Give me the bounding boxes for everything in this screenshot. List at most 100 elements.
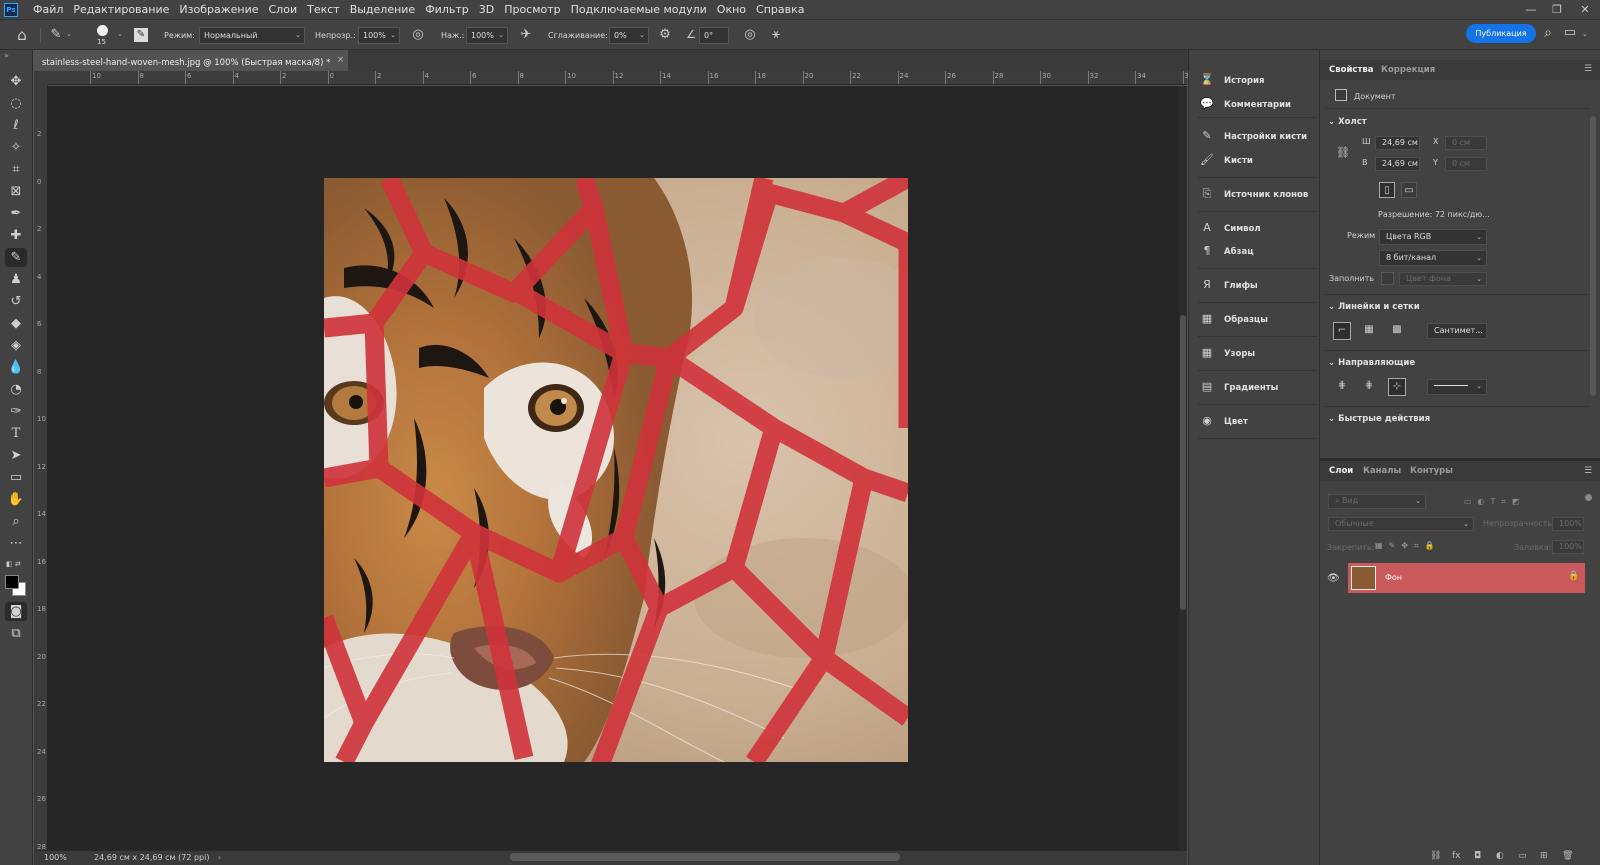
- panel-menu-icon[interactable]: ☰: [1584, 64, 1592, 74]
- dodge-tool-icon[interactable]: ◔: [5, 380, 27, 399]
- type-tool-icon[interactable]: T: [5, 424, 27, 443]
- pixel-grid-toggle-icon[interactable]: ▩: [1388, 322, 1406, 340]
- horizontal-ruler[interactable]: 108642024681012141618202224262830323436: [48, 71, 1193, 85]
- blur-tool-icon[interactable]: 💧: [5, 358, 27, 377]
- quick-mask-icon[interactable]: ◙: [5, 602, 27, 621]
- canvas-y-field[interactable]: 0 см: [1445, 157, 1487, 171]
- tab-adjustments[interactable]: Коррекция: [1381, 60, 1435, 80]
- pressure-opacity-icon[interactable]: ◎: [410, 28, 426, 44]
- fx-icon[interactable]: fx: [1452, 851, 1461, 861]
- units-select[interactable]: Сантимет... ⌄: [1427, 323, 1487, 339]
- guide-style-select[interactable]: ⌄: [1427, 379, 1487, 395]
- layer-blend-mode-select[interactable]: Обычные ⌄: [1328, 517, 1474, 531]
- default-colors-icon[interactable]: ◧ ⇄: [6, 560, 21, 568]
- opacity-field[interactable]: 100% ⌄: [358, 27, 400, 44]
- folder-icon[interactable]: ▭: [1518, 851, 1527, 861]
- lasso-tool-icon[interactable]: ℓ: [5, 116, 27, 135]
- healing-brush-tool-icon[interactable]: ✚: [5, 226, 27, 245]
- menu-item[interactable]: Текст: [302, 0, 345, 20]
- panel-item-gradients[interactable]: ▤ Градиенты: [1198, 379, 1318, 395]
- layer-opacity-field[interactable]: 100%: [1552, 517, 1584, 531]
- panel-item-character[interactable]: A Символ: [1198, 220, 1318, 236]
- menu-item[interactable]: Файл: [28, 0, 68, 20]
- panel-item-paragraph[interactable]: ¶ Абзац: [1198, 243, 1318, 259]
- status-menu-arrow-icon[interactable]: ›: [218, 851, 221, 865]
- panel-item-comments[interactable]: 💬 Комментарии: [1198, 96, 1318, 112]
- document-tab[interactable]: stainless-steel-hand-woven-mesh.jpg @ 10…: [34, 50, 349, 71]
- quick-actions-section-header[interactable]: ⌄ Быстрые действия: [1328, 413, 1430, 425]
- rectangle-tool-icon[interactable]: ▭: [5, 468, 27, 487]
- guides-lock-icon[interactable]: ⋕: [1360, 378, 1378, 396]
- filter-toggle-icon[interactable]: [1585, 494, 1592, 501]
- symmetry-icon[interactable]: ⚹: [768, 28, 784, 44]
- screen-mode-icon[interactable]: ⧉: [5, 624, 27, 643]
- crop-tool-icon[interactable]: ⌗: [5, 160, 27, 179]
- bit-depth-select[interactable]: 8 бит/канал ⌄: [1379, 250, 1487, 266]
- search-icon[interactable]: ⌕: [1540, 26, 1556, 42]
- fill-select[interactable]: Цвет фона ⌄: [1399, 272, 1487, 286]
- menu-item[interactable]: 3D: [474, 0, 499, 20]
- canvas-section-header[interactable]: ⌄ Холст: [1328, 116, 1367, 128]
- panel-item-swatches[interactable]: ▦ Образцы: [1198, 311, 1318, 327]
- portrait-orientation-icon[interactable]: ▯: [1379, 182, 1395, 198]
- tab-channels[interactable]: Каналы: [1363, 461, 1401, 481]
- restore-button[interactable]: ❐: [1546, 2, 1568, 18]
- document-image[interactable]: [324, 178, 908, 762]
- workspace-icon[interactable]: ▭: [1562, 26, 1578, 42]
- landscape-orientation-icon[interactable]: ▭: [1401, 182, 1417, 198]
- tab-properties[interactable]: Свойства: [1329, 60, 1374, 80]
- move-tool-icon[interactable]: ✥: [5, 72, 27, 91]
- layers-menu-icon[interactable]: ☰: [1584, 466, 1592, 476]
- fill-color-swatch[interactable]: [1381, 272, 1394, 285]
- layer-fill-field[interactable]: 100%: [1552, 540, 1584, 554]
- horizontal-scroll-thumb[interactable]: [510, 853, 900, 861]
- panel-item-glyphs[interactable]: Я Глифы: [1198, 277, 1318, 293]
- publish-button[interactable]: Публикация: [1466, 24, 1536, 43]
- panel-item-clone-source[interactable]: ⎘ Источник клонов: [1198, 186, 1318, 202]
- menu-item[interactable]: Просмотр: [499, 0, 565, 20]
- canvas-x-field[interactable]: 0 см: [1445, 136, 1487, 150]
- quick-select-tool-icon[interactable]: ✧: [5, 138, 27, 157]
- close-window-button[interactable]: ✕: [1574, 2, 1596, 18]
- stamp-tool-icon[interactable]: ♟: [5, 270, 27, 289]
- hand-tool-icon[interactable]: ✋: [5, 490, 27, 509]
- properties-scrollbar[interactable]: [1590, 116, 1596, 396]
- home-icon[interactable]: ⌂: [14, 28, 30, 44]
- panel-item-color[interactable]: ◉ Цвет: [1198, 413, 1318, 429]
- pressure-size-icon[interactable]: ◎: [742, 28, 758, 44]
- zoom-level[interactable]: 100%: [44, 851, 67, 865]
- layer-filter-search[interactable]: ⌕ Вид ⌄: [1328, 494, 1426, 509]
- menu-item[interactable]: Изображение: [174, 0, 263, 20]
- marquee-tool-icon[interactable]: ◌: [5, 94, 27, 113]
- guides-section-header[interactable]: ⌄ Направляющие: [1328, 357, 1415, 369]
- airbrush-icon[interactable]: ✈: [518, 28, 534, 44]
- adjustment-icon[interactable]: ◐: [1496, 851, 1504, 861]
- gear-icon[interactable]: ⚙: [657, 28, 673, 44]
- link-dimensions-icon[interactable]: ⛓: [1336, 146, 1350, 159]
- panel-item-history[interactable]: ⌛ История: [1198, 72, 1318, 88]
- canvas-height-field[interactable]: 24,69 см: [1375, 157, 1420, 171]
- canvas-width-field[interactable]: 24,69 см: [1375, 136, 1420, 150]
- vertical-ruler[interactable]: 2 0 2 4 6 8 10 12 14 16 18 20 22 24 26 28: [34, 85, 48, 851]
- trash-icon[interactable]: 🗑: [1562, 851, 1573, 861]
- layer-filter-icons[interactable]: ▭◐T⌗◩: [1464, 496, 1526, 508]
- grid-toggle-icon[interactable]: ▦: [1360, 322, 1378, 340]
- menu-item[interactable]: Справка: [751, 0, 809, 20]
- new-layer-icon[interactable]: ⊞: [1540, 851, 1548, 861]
- rulers-grids-section-header[interactable]: ⌄ Линейки и сетки: [1328, 301, 1420, 313]
- guides-toggle-icon[interactable]: ⋕: [1333, 378, 1351, 396]
- eyedropper-tool-icon[interactable]: ✒: [5, 204, 27, 223]
- menu-item[interactable]: Выделение: [345, 0, 421, 20]
- zoom-tool-icon[interactable]: ⌕: [5, 512, 27, 531]
- layer-name[interactable]: Фон: [1385, 572, 1402, 584]
- ruler-toggle-icon[interactable]: ⌐: [1333, 322, 1351, 340]
- pen-tool-icon[interactable]: ✑: [5, 402, 27, 421]
- brush-panel-toggle-icon[interactable]: ✎: [134, 28, 148, 42]
- close-tab-icon[interactable]: ×: [337, 50, 344, 71]
- menu-item[interactable]: Подключаемые модули: [566, 0, 712, 20]
- eraser-tool-icon[interactable]: ◆: [5, 314, 27, 333]
- menu-item[interactable]: Фильтр: [420, 0, 474, 20]
- frame-tool-icon[interactable]: ⊠: [5, 182, 27, 201]
- layer-visibility-eye-icon[interactable]: 👁: [1327, 573, 1340, 584]
- vertical-scroll-thumb[interactable]: [1180, 315, 1186, 610]
